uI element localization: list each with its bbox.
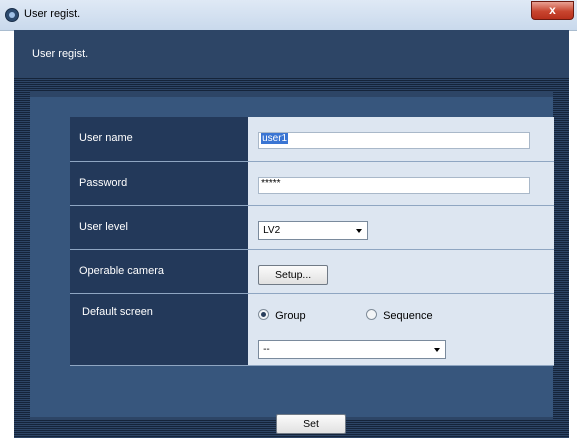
user-level-label: User level (79, 220, 128, 233)
window-title: User regist. (24, 8, 81, 20)
form-row-default-screen: Default screen Group Sequence -- (70, 293, 554, 366)
default-screen-select[interactable]: -- (258, 339, 447, 359)
password-value-cell: ***** (248, 161, 554, 206)
top-stripe-divider (14, 77, 569, 91)
right-stripe-border (553, 91, 569, 421)
user-level-select[interactable]: LV2 (258, 220, 369, 240)
close-button[interactable]: x (531, 1, 574, 20)
default-screen-label: Default screen (82, 305, 153, 318)
form-row-user-level: User level LV2 (70, 205, 554, 250)
user-name-input[interactable]: user1 (258, 132, 531, 149)
form-row-password: Password ***** (70, 161, 554, 206)
radio-group-option[interactable]: Group (258, 308, 306, 322)
chevron-down-icon (434, 347, 441, 352)
user-level-value: LV2 (263, 224, 281, 236)
camera-app-icon (5, 8, 19, 22)
password-label-cell: Password (70, 161, 249, 206)
left-stripe-border (14, 91, 30, 421)
user-name-label-cell: User name (70, 117, 249, 162)
chevron-down-icon (356, 228, 363, 233)
user-name-value: user1 (261, 133, 289, 144)
camera-setup-button[interactable]: Setup... (258, 264, 329, 285)
form-row-user-name: User name user1 (70, 117, 554, 162)
user-level-label-cell: User level (70, 205, 249, 250)
form-panel: User name user1 Password ***** User leve… (30, 97, 554, 434)
default-screen-label-cell: Default screen (70, 293, 249, 366)
form-row-operable-camera: Operable camera Setup... (70, 249, 554, 294)
radio-sequence-option[interactable]: Sequence (366, 308, 433, 322)
operable-camera-label-cell: Operable camera (70, 249, 249, 294)
window-frame: User regist. User name user1 Password **… (14, 30, 569, 438)
title-bar: User regist. x (0, 0, 577, 31)
password-label: Password (79, 176, 128, 189)
user-name-value-cell: user1 (248, 117, 554, 162)
default-screen-value-cell: Group Sequence -- (248, 293, 554, 366)
radio-group-label: Group (275, 309, 306, 322)
user-level-value-cell: LV2 (248, 205, 554, 250)
radio-sequence-label: Sequence (383, 309, 433, 322)
default-screen-select-value: -- (263, 343, 270, 355)
radio-sequence-icon[interactable] (366, 308, 378, 320)
page-title: User regist. (32, 48, 89, 60)
operable-camera-value-cell: Setup... (248, 249, 554, 294)
user-form: User name user1 Password ***** User leve… (70, 117, 554, 366)
set-button[interactable]: Set (276, 414, 346, 434)
operable-camera-label: Operable camera (79, 264, 164, 277)
password-input[interactable]: ***** (258, 176, 531, 194)
user-name-label: User name (79, 132, 133, 144)
radio-group-selected-icon[interactable] (258, 308, 270, 320)
